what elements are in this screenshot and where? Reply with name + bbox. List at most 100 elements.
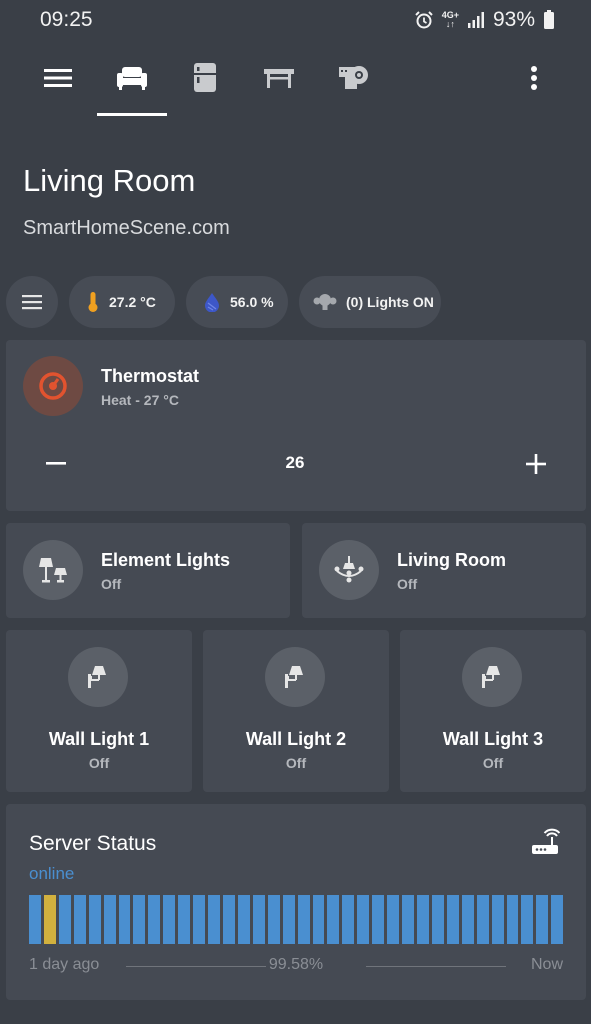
battery-level: 93% <box>492 8 535 31</box>
increase-temperature-button[interactable] <box>516 448 556 480</box>
light-icon-circle[interactable] <box>68 647 128 707</box>
signal-icon <box>467 11 485 29</box>
uptime-bar[interactable] <box>148 895 161 944</box>
uptime-bar[interactable] <box>536 895 549 944</box>
minus-icon <box>46 462 66 465</box>
ceiling-projector-icon <box>339 66 368 89</box>
decrease-temperature-button[interactable] <box>36 448 76 480</box>
thermostat-icon-circle[interactable] <box>23 356 83 416</box>
status-bar: 09:25 4G+ ↓↑ 93% <box>0 0 591 40</box>
tab-media[interactable] <box>328 58 378 98</box>
floor-lamps-icon <box>39 558 67 583</box>
uptime-percentage: 99.58% <box>268 956 324 973</box>
uptime-bar[interactable] <box>29 895 41 944</box>
data-arrows-icon: ↓↑ <box>445 19 455 29</box>
light-icon-circle[interactable] <box>23 540 83 600</box>
hamburger-icon <box>22 295 42 310</box>
light-group-name: Living Room <box>397 550 506 570</box>
uptime-bars <box>29 895 564 944</box>
uptime-axis: 1 day ago 99.58% Now <box>29 956 563 976</box>
uptime-bar[interactable] <box>237 895 250 944</box>
tab-kitchen[interactable] <box>180 58 230 98</box>
battery-icon <box>543 10 555 30</box>
chip-lights-value: (0) Lights ON <box>346 294 434 310</box>
uptime-bar[interactable] <box>58 895 71 944</box>
alarm-icon <box>414 10 434 30</box>
light-icon-circle[interactable] <box>319 540 379 600</box>
uptime-bar[interactable] <box>312 895 325 944</box>
plus-icon <box>526 454 546 474</box>
uptime-bar[interactable] <box>327 895 340 944</box>
uptime-bar[interactable] <box>103 895 116 944</box>
light-icon-circle[interactable] <box>462 647 522 707</box>
uptime-bar[interactable] <box>357 895 370 944</box>
wall-light-state: Off <box>482 755 504 771</box>
uptime-bar[interactable] <box>88 895 101 944</box>
uptime-bar[interactable] <box>431 895 444 944</box>
uptime-to-label: Now <box>530 956 563 973</box>
uptime-bar[interactable] <box>193 895 206 944</box>
uptime-bar[interactable] <box>446 895 459 944</box>
hamburger-icon <box>44 69 72 87</box>
chip-menu[interactable] <box>6 276 58 328</box>
chip-humidity[interactable]: 56.0 % <box>186 276 288 328</box>
uptime-bar[interactable] <box>461 895 474 944</box>
overflow-menu-button[interactable] <box>509 58 559 98</box>
thermometer-icon <box>87 291 99 313</box>
uptime-bar[interactable] <box>208 895 220 944</box>
thermostat-state: Heat - 27 °C <box>101 392 179 408</box>
server-status-state: online <box>29 864 75 883</box>
uptime-bar[interactable] <box>252 895 265 944</box>
uptime-bar[interactable] <box>387 895 400 944</box>
wall-light-card-3[interactable]: Wall Light 3 Off <box>400 630 586 792</box>
uptime-bar[interactable] <box>178 895 191 944</box>
chip-lights[interactable]: (0) Lights ON <box>299 276 441 328</box>
light-group-name: Element Lights <box>101 550 231 570</box>
server-status-card[interactable]: Server Status online 1 day ago 99.58% No… <box>6 804 586 1000</box>
wall-light-state: Off <box>285 755 307 771</box>
server-status-title: Server Status <box>29 832 157 855</box>
more-vertical-icon <box>531 66 537 90</box>
wall-sconce-icon <box>482 666 500 688</box>
uptime-bar[interactable] <box>402 895 414 944</box>
tab-living-room[interactable] <box>107 58 157 98</box>
uptime-bar[interactable] <box>282 895 295 944</box>
uptime-bar[interactable] <box>372 895 385 944</box>
router-icon <box>530 828 561 863</box>
chip-temperature[interactable]: 27.2 °C <box>69 276 175 328</box>
status-time: 09:25 <box>40 8 93 31</box>
wall-light-name: Wall Light 2 <box>245 729 347 749</box>
light-group-state: Off <box>397 576 418 592</box>
uptime-bar[interactable] <box>297 895 310 944</box>
uptime-bar[interactable] <box>416 895 429 944</box>
status-icons: 4G+ ↓↑ 93% <box>414 8 555 32</box>
uptime-bar[interactable] <box>222 895 235 944</box>
uptime-bar[interactable] <box>133 895 146 944</box>
uptime-bar[interactable] <box>43 895 56 944</box>
tab-dining[interactable] <box>254 58 304 98</box>
light-group-state: Off <box>101 576 122 592</box>
wall-sconce-icon <box>285 666 303 688</box>
lightbulb-group-icon <box>313 292 337 312</box>
menu-button[interactable] <box>33 58 83 98</box>
thermostat-card[interactable] <box>6 340 586 511</box>
axis-divider <box>366 966 506 967</box>
uptime-bar[interactable] <box>506 895 519 944</box>
light-icon-circle[interactable] <box>265 647 325 707</box>
uptime-bar[interactable] <box>118 895 131 944</box>
uptime-bar[interactable] <box>551 895 564 944</box>
wall-light-card-2[interactable]: Wall Light 2 Off <box>203 630 389 792</box>
uptime-bar[interactable] <box>342 895 355 944</box>
wall-light-card-1[interactable]: Wall Light 1 Off <box>6 630 192 792</box>
light-card-living-room[interactable]: Living Room Off <box>302 523 586 618</box>
uptime-bar[interactable] <box>267 895 280 944</box>
uptime-bar[interactable] <box>476 895 489 944</box>
top-navigation <box>0 48 591 118</box>
uptime-bar[interactable] <box>521 895 534 944</box>
active-tab-indicator <box>97 113 167 116</box>
sofa-icon <box>117 67 147 90</box>
uptime-bar[interactable] <box>73 895 86 944</box>
light-card-element-lights[interactable]: Element Lights Off <box>6 523 290 618</box>
uptime-bar[interactable] <box>163 895 176 944</box>
uptime-bar[interactable] <box>491 895 504 944</box>
